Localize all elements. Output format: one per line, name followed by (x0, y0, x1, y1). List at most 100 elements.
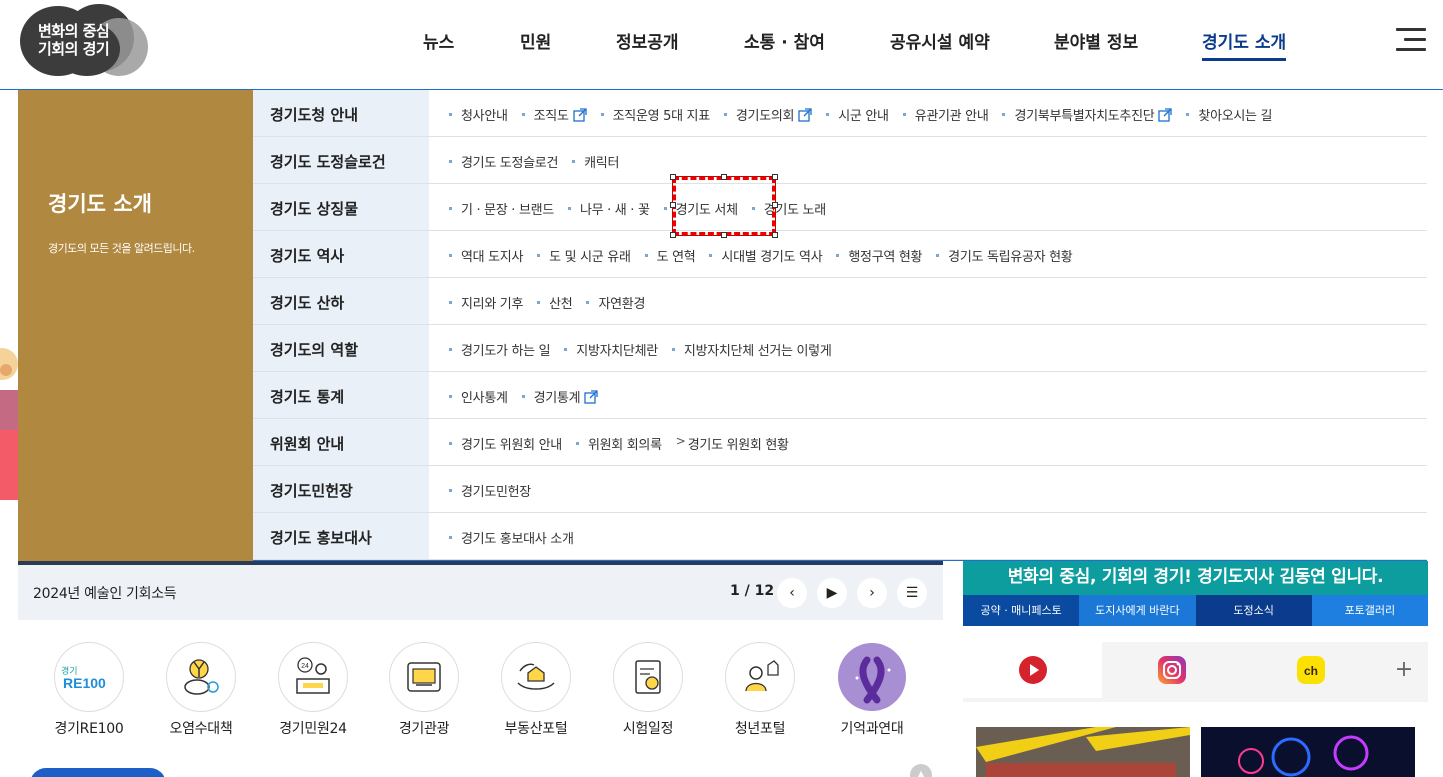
slider-prev-icon[interactable]: ‹ (777, 578, 807, 608)
mega-menu-category[interactable]: 경기도 산하 (253, 278, 429, 324)
quick-link[interactable]: 부동산포털 (491, 642, 581, 738)
quick-link[interactable]: 24 경기민원24 (268, 642, 358, 738)
mega-menu-link[interactable]: 경기통계 (520, 387, 599, 406)
mega-menu-link[interactable]: 역대 도지사 (447, 246, 523, 265)
nav-field-info[interactable]: 분야별 정보 (1054, 28, 1138, 53)
mega-menu-link-label: 경기통계 (533, 391, 581, 406)
mega-menu-link[interactable]: 조직운영 5대 지표 (599, 105, 710, 124)
mega-menu-link[interactable]: 도 및 시군 유래 (535, 246, 631, 265)
video-thumbnail[interactable] (1201, 727, 1415, 777)
mega-menu-link[interactable]: 나무 · 새 · 꽃 (566, 199, 650, 218)
mega-menu-link[interactable]: 행정구역 현황 (834, 246, 922, 265)
mega-menu-link[interactable]: 청사안내 (447, 105, 508, 124)
tab-photo-gallery[interactable]: 포토갤러리 (1311, 595, 1428, 626)
mega-menu-category[interactable]: 경기도 상징물 (253, 184, 429, 230)
mega-menu-category[interactable]: 경기도의 역할 (253, 325, 429, 371)
quick-link[interactable]: 시험일정 (603, 642, 693, 738)
mega-menu-link[interactable]: 경기도 위원회 안내 (447, 434, 562, 453)
mega-menu-link[interactable]: 경기도의회 (722, 105, 812, 124)
mega-menu-links: 지리와 기후 산천 자연환경 (429, 278, 657, 324)
mega-menu-link[interactable]: 경기도 도정슬로건 (447, 152, 558, 171)
quick-link[interactable]: 경기관광 (379, 642, 469, 738)
mega-menu-link-label: 경기도 노래 (763, 203, 826, 218)
mega-menu-link[interactable]: 산천 (535, 293, 573, 312)
mega-menu-link[interactable]: 경기도 서체 (662, 199, 738, 218)
mega-menu-category[interactable]: 경기도 홍보대사 (253, 513, 429, 559)
mega-menu-links: 인사통계 경기통계 (429, 372, 610, 418)
mega-menu-link[interactable]: 경기도가 하는 일 (447, 340, 551, 359)
mega-menu-link-label: 도 연혁 (656, 250, 696, 265)
nav-participation[interactable]: 소통 · 참여 (744, 28, 825, 53)
kakao-channel-icon[interactable]: ch (1241, 642, 1380, 698)
mega-menu-link-label: 조직운영 5대 지표 (612, 109, 711, 124)
tab-news[interactable]: 도정소식 (1195, 595, 1312, 626)
nav-civil[interactable]: 민원 (520, 28, 551, 53)
mega-menu-link[interactable]: 경기북부특별자치도추진단 (1000, 105, 1173, 124)
tab-ask-governor[interactable]: 도지사에게 바란다 (1079, 595, 1196, 626)
mega-menu-link[interactable]: 경기도민헌장 (447, 481, 531, 500)
mega-menu-row: 경기도 통계 인사통계 경기통계 (253, 372, 1427, 419)
slider-next-icon[interactable]: › (857, 578, 887, 608)
nav-info-disclosure[interactable]: 정보공개 (616, 28, 679, 53)
mega-menu-link[interactable]: 위원회 회의록 (574, 434, 662, 453)
slider-list-icon[interactable]: ☰ (897, 578, 927, 608)
youtube-icon[interactable] (963, 642, 1102, 698)
mega-menu-links: 경기도 위원회 안내 위원회 회의록 경기도 위원회 현황 (429, 419, 801, 465)
mega-menu-link[interactable]: 경기도 홍보대사 소개 (447, 528, 574, 547)
mega-menu-category[interactable]: 경기도 역사 (253, 231, 429, 277)
mega-menu-link[interactable]: 자연환경 (584, 293, 645, 312)
bottom-button[interactable] (30, 768, 166, 777)
mega-menu-link-label: 위원회 회의록 (587, 438, 662, 453)
quick-link[interactable]: 경기 RE100 경기RE100 (44, 642, 134, 738)
mega-menu-category[interactable]: 경기도 통계 (253, 372, 429, 418)
quick-link[interactable]: 청년포털 (715, 642, 805, 738)
mega-menu-link[interactable]: 조직도 (520, 105, 587, 124)
mega-menu-link[interactable]: 지리와 기후 (447, 293, 523, 312)
mega-menu-category[interactable]: 위원회 안내 (253, 419, 429, 465)
governor-headline[interactable]: 변화의 중심, 기회의 경기! 경기도지사 김동연 입니다. (963, 561, 1428, 595)
mega-menu-link[interactable]: 캐릭터 (570, 152, 619, 171)
mega-menu-link[interactable]: 도 연혁 (643, 246, 696, 265)
gyeonggi-logo[interactable]: 변화의 중심 기회의 경기 (20, 4, 150, 78)
mega-menu-link[interactable]: 시대별 경기도 역사 (707, 246, 823, 265)
svg-text:ch: ch (1303, 664, 1317, 678)
scroll-top-icon[interactable]: ▲ (910, 764, 932, 777)
mega-menu-link-label: 유관기관 안내 (914, 109, 989, 124)
purple-ribbon-icon (837, 642, 907, 712)
nav-news[interactable]: 뉴스 (423, 28, 454, 53)
mega-menu-link[interactable]: 유관기관 안내 (901, 105, 989, 124)
more-social-icon[interactable]: + (1380, 642, 1428, 698)
mega-menu-link-label: 경기도 위원회 현황 (687, 438, 789, 453)
mega-menu-links: 기 · 문장 · 브랜드 나무 · 새 · 꽃 경기도 서체 경기도 노래 (429, 184, 838, 230)
mega-menu-category[interactable]: 경기도청 안내 (253, 90, 429, 136)
instagram-icon[interactable] (1102, 642, 1241, 698)
mega-menu-link[interactable]: 경기도 위원회 현황 (674, 434, 789, 453)
mega-menu-link-label: 경기도의회 (735, 109, 795, 124)
mega-menu-link-label: 조직도 (533, 109, 569, 124)
mega-menu-link[interactable]: 인사통계 (447, 387, 508, 406)
mega-menu-link[interactable]: 시군 안내 (824, 105, 889, 124)
mega-menu-link[interactable]: 경기도 노래 (750, 199, 826, 218)
tab-manifesto[interactable]: 공약 · 매니페스토 (963, 595, 1080, 626)
hamburger-icon[interactable] (1396, 28, 1426, 52)
youth-portal-icon (725, 642, 795, 712)
nav-facility-reservation[interactable]: 공유시설 예약 (890, 28, 990, 53)
slider-play-icon[interactable]: ▶ (817, 578, 847, 608)
mega-menu-link[interactable]: 기 · 문장 · 브랜드 (447, 199, 554, 218)
quick-link[interactable]: 기억과연대 (827, 642, 917, 738)
mega-menu-link[interactable]: 찾아오시는 길 (1184, 105, 1273, 124)
mega-menu-category[interactable]: 경기도 도정슬로건 (253, 137, 429, 183)
quick-link-label: 부동산포털 (504, 721, 568, 737)
mega-menu-link-label: 경기도가 하는 일 (461, 344, 551, 359)
slider-title[interactable]: 2024년 예술인 기회소득 (33, 583, 177, 603)
mega-menu-link[interactable]: 지방자치단체란 (562, 340, 658, 359)
mega-menu-row: 경기도 상징물 기 · 문장 · 브랜드 나무 · 새 · 꽃 경기도 서체 경기도 노… (253, 184, 1427, 231)
nav-about-gyeonggi[interactable]: 경기도 소개 (1202, 28, 1287, 61)
quick-link[interactable]: 오염수대책 (156, 642, 246, 738)
video-thumbnail[interactable] (976, 727, 1190, 777)
mega-menu-link[interactable]: 지방자치단체 선거는 이렇게 (670, 340, 832, 359)
mega-menu-link-label: 캐릭터 (584, 156, 620, 171)
mega-menu-link[interactable]: 경기도 독립유공자 현황 (934, 246, 1073, 265)
mega-menu-category[interactable]: 경기도민헌장 (253, 466, 429, 512)
mega-menu-link-label: 지리와 기후 (461, 297, 524, 312)
